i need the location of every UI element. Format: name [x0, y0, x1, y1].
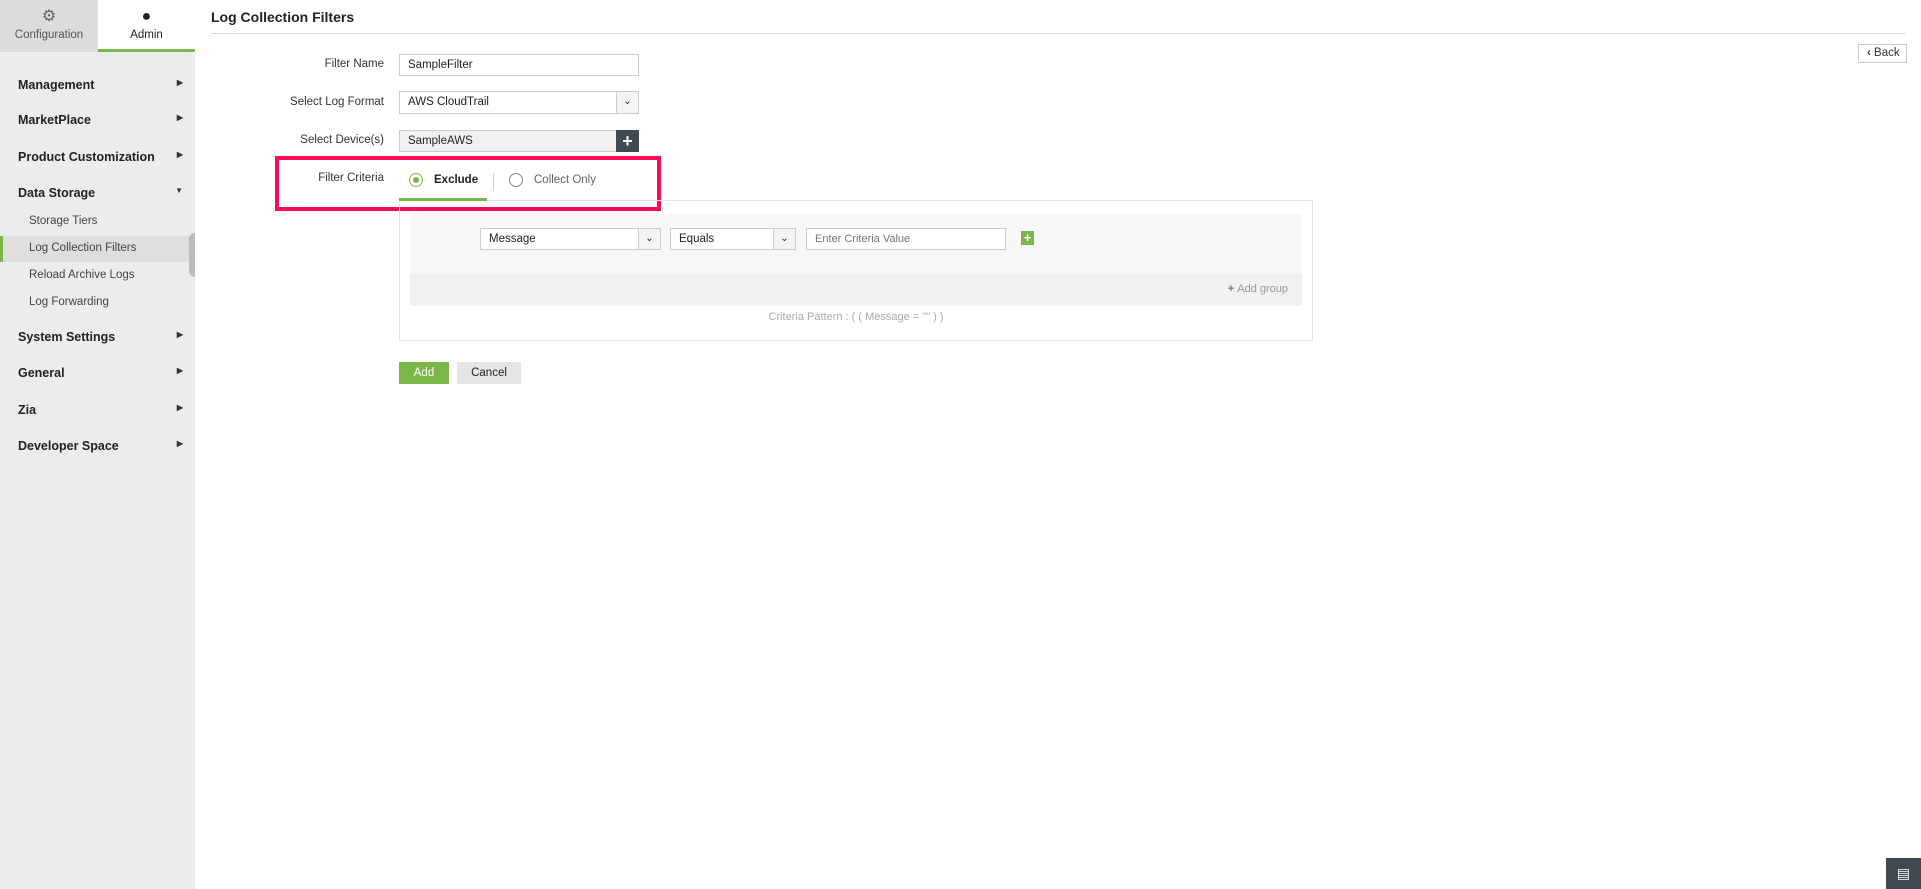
- caret-right-icon: ▶: [176, 403, 183, 412]
- nav-system-settings[interactable]: System Settings ▶: [18, 330, 183, 344]
- radio-selected-icon: [409, 173, 423, 187]
- radio-unselected-icon: [509, 173, 523, 187]
- nav-zia[interactable]: Zia ▶: [18, 403, 183, 417]
- sidebar: ⚙ Configuration ● Admin Management ▶ Mark…: [0, 0, 195, 889]
- title-divider: [211, 33, 1906, 34]
- caret-right-icon: ▶: [176, 439, 183, 448]
- criteria-pattern: Criteria Pattern : ( ( Message = "" ) ): [768, 311, 944, 323]
- nav-label: System Settings: [18, 330, 116, 344]
- sidebar-collapse-handle[interactable]: [189, 233, 195, 277]
- filter-name-input[interactable]: SampleFilter: [399, 54, 639, 76]
- log-format-label: Select Log Format: [290, 96, 384, 108]
- nav-log-collection-filters[interactable]: Log Collection Filters: [29, 242, 136, 254]
- caret-down-icon: ▼: [175, 186, 183, 195]
- chevron-down-icon: ⌄: [638, 229, 660, 249]
- plus-icon: +: [1023, 230, 1032, 245]
- radio-separator: [493, 173, 494, 191]
- nav-reload-archive-logs[interactable]: Reload Archive Logs: [29, 269, 134, 281]
- criteria-operator-select[interactable]: Equals ⌄: [670, 228, 796, 250]
- plus-icon: +: [1227, 283, 1238, 295]
- caret-right-icon: ▶: [176, 366, 183, 375]
- nav-label: Developer Space: [18, 439, 119, 453]
- plus-icon: +: [622, 131, 633, 151]
- caret-right-icon: ▶: [176, 113, 183, 122]
- nav-marketplace[interactable]: MarketPlace ▶: [18, 113, 183, 127]
- nav-storage-tiers[interactable]: Storage Tiers: [29, 215, 97, 227]
- chevron-down-icon: ⌄: [773, 229, 795, 249]
- radio-collect-only[interactable]: Collect Only: [501, 165, 611, 201]
- nav-label: Data Storage: [18, 186, 96, 200]
- caret-right-icon: ▶: [176, 78, 183, 87]
- nav-log-forwarding[interactable]: Log Forwarding: [29, 296, 109, 308]
- criteria-field-select[interactable]: Message ⌄: [480, 228, 661, 250]
- user-icon: ●: [141, 8, 152, 25]
- criteria-value-input[interactable]: [806, 228, 1006, 250]
- log-format-value: AWS CloudTrail: [408, 96, 489, 108]
- back-button[interactable]: ‹ Back: [1858, 44, 1907, 63]
- tab-label: Admin: [130, 29, 163, 41]
- tab-configuration[interactable]: ⚙ Configuration: [0, 0, 98, 52]
- chevron-down-icon: ⌄: [616, 92, 638, 113]
- nav-data-storage[interactable]: Data Storage ▼: [18, 186, 183, 200]
- add-criteria-button[interactable]: +: [1021, 231, 1034, 245]
- tab-label: Configuration: [14, 29, 84, 41]
- caret-right-icon: ▶: [176, 150, 183, 159]
- chat-icon: ▤: [1896, 865, 1911, 881]
- nav-label: Zia: [18, 403, 37, 417]
- add-group-link[interactable]: + Add group: [1220, 283, 1288, 295]
- devices-input[interactable]: SampleAWS: [399, 130, 617, 152]
- nav-general[interactable]: General ▶: [18, 366, 183, 380]
- radio-label: Exclude: [434, 174, 479, 186]
- cancel-button[interactable]: Cancel: [457, 362, 521, 384]
- page-title: Log Collection Filters: [211, 9, 355, 25]
- add-group-label: Add group: [1237, 283, 1288, 295]
- add-button[interactable]: Add: [399, 362, 449, 384]
- gear-icon: ⚙: [41, 8, 57, 25]
- criteria-operator-value: Equals: [679, 233, 715, 245]
- log-format-select[interactable]: AWS CloudTrail ⌄: [399, 91, 639, 114]
- tab-admin[interactable]: ● Admin: [98, 0, 195, 52]
- nav-label: General: [18, 366, 65, 380]
- nav-label: Management: [18, 78, 95, 92]
- criteria-group-footer: [410, 274, 1302, 305]
- nav-management[interactable]: Management ▶: [18, 78, 183, 92]
- nav-product-customization[interactable]: Product Customization ▶: [18, 150, 183, 164]
- filter-criteria-label: Filter Criteria: [318, 172, 384, 184]
- add-device-button[interactable]: +: [616, 130, 639, 152]
- criteria-field-value: Message: [489, 233, 536, 245]
- nav-developer-space[interactable]: Developer Space ▶: [18, 439, 183, 453]
- chevron-left-icon: ‹: [1867, 47, 1875, 59]
- nav-label: Product Customization: [18, 150, 155, 164]
- devices-label: Select Device(s): [300, 134, 384, 146]
- nav-label: MarketPlace: [18, 113, 91, 127]
- filter-name-label: Filter Name: [324, 58, 384, 70]
- radio-label: Collect Only: [534, 174, 596, 186]
- caret-right-icon: ▶: [176, 330, 183, 339]
- back-label: Back: [1874, 47, 1900, 59]
- radio-exclude[interactable]: Exclude: [399, 165, 487, 201]
- chat-button[interactable]: ▤: [1886, 858, 1921, 889]
